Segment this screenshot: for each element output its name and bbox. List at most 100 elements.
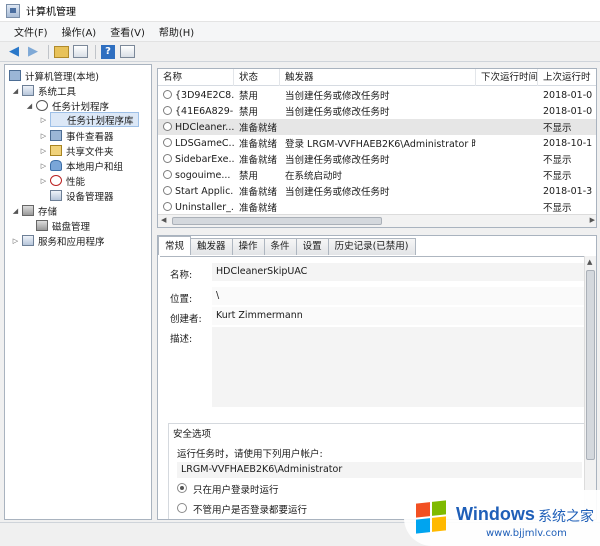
task-trigger-cell: 当创建任务或修改任务时 [280, 88, 476, 102]
cell-text: 当创建任务或修改任务时 [285, 155, 390, 166]
task-icon [163, 137, 172, 147]
column-header-trigger[interactable]: 触发器 [280, 69, 476, 86]
task-row[interactable]: SidebarExe... 准备就绪 当创建任务或修改任务时 不显示 [158, 151, 596, 167]
column-header-next-run[interactable]: 下次运行时间 [476, 69, 538, 86]
expand-icon[interactable]: ◢ [25, 102, 34, 110]
cell-text: 准备就绪 [239, 203, 278, 214]
task-row[interactable]: Uninstaller_... 准备就绪 不显示 [158, 199, 596, 215]
expand-icon[interactable]: ▷ [39, 177, 48, 185]
task-icon [163, 89, 172, 99]
task-row[interactable]: {41E6A829-... 禁用 当创建任务或修改任务时 2018-01-0 [158, 103, 596, 119]
tree-item-performance[interactable]: ▷ 性能 [39, 173, 85, 188]
tree-item-label: 共享文件夹 [66, 146, 114, 158]
scrollbar-thumb[interactable] [172, 217, 382, 225]
help-icon: ? [101, 44, 115, 59]
tree-item-services-apps[interactable]: ▷ 服务和应用程序 [11, 233, 105, 248]
scroll-up-icon[interactable]: ▲ [587, 258, 592, 266]
expand-icon[interactable]: ◢ [11, 207, 20, 215]
task-last-run-cell: 2018-01-0 [538, 90, 596, 101]
expand-icon[interactable]: ▷ [39, 116, 48, 124]
forward-button[interactable]: ▶ [25, 44, 41, 60]
tree-item-device-manager[interactable]: 设备管理器 [39, 188, 114, 203]
general-tab-content: 名称: HDCleanerSkipUAC 位置: \ 创建者: Kurt Zim… [160, 256, 594, 519]
task-name-cell: LDSGameC... [158, 137, 234, 149]
show-hide-tree-button[interactable] [72, 44, 88, 60]
tree-item-storage[interactable]: ◢ 存储 [11, 203, 57, 218]
menu-bar: 文件(F) 操作(A) 查看(V) 帮助(H) [0, 22, 600, 42]
expand-icon[interactable]: ▷ [39, 162, 48, 170]
scroll-right-icon[interactable]: ▶ [590, 216, 595, 224]
task-name-field[interactable]: HDCleanerSkipUAC [212, 263, 592, 281]
task-icon [163, 121, 172, 131]
run-whether-logged-on-radio[interactable] [177, 503, 187, 513]
tab-history[interactable]: 历史记录(已禁用) [327, 238, 416, 255]
menu-file[interactable]: 文件(F) [8, 22, 54, 41]
cell-text: 当创建任务或修改任务时 [285, 91, 390, 102]
task-row[interactable]: HDCleaner... 准备就绪 不显示 [158, 119, 596, 135]
menu-help[interactable]: 帮助(H) [153, 22, 200, 41]
task-row[interactable]: Start Applic... 准备就绪 当创建任务或修改任务时 2018-01-3 [158, 183, 596, 199]
expand-icon[interactable]: ◢ [11, 87, 20, 95]
tree-item-system-tools[interactable]: ◢ 系统工具 [11, 83, 76, 98]
description-label: 描述: [170, 334, 193, 345]
clock-icon [36, 100, 48, 111]
tree-item-disk-management[interactable]: 磁盘管理 [25, 218, 90, 233]
task-trigger-cell: 登录 LRGM-VVFHAEB2K6\Administrator 时 [280, 136, 476, 150]
tree-item-shared-folders[interactable]: ▷ 共享文件夹 [39, 143, 114, 158]
tab-conditions[interactable]: 条件 [263, 238, 297, 255]
action-pane-button[interactable] [119, 44, 135, 60]
cell-text: 不显示 [543, 123, 572, 134]
tree-item-event-viewer[interactable]: ▷ 事件查看器 [39, 128, 114, 143]
tree-item-label: 任务计划程序库 [67, 115, 134, 127]
task-name-cell: {41E6A829-... [158, 105, 234, 117]
tab-triggers[interactable]: 触发器 [190, 238, 233, 255]
task-trigger-cell: 在系统启动时 [280, 168, 476, 182]
menu-action[interactable]: 操作(A) [56, 22, 103, 41]
column-header-last-run[interactable]: 上次运行时 [538, 69, 596, 86]
scrollbar-thumb[interactable] [586, 270, 595, 460]
task-status-cell: 准备就绪 [234, 200, 280, 214]
console-tree: 计算机管理(本地) ◢ 系统工具 ◢ 任务计划程序 ▷ 任务计划程序库 ▷ 事件… [4, 64, 152, 520]
task-icon [163, 185, 172, 195]
column-header-name[interactable]: 名称 [158, 69, 234, 86]
task-icon [163, 153, 172, 163]
cell-text: SidebarExe... [175, 153, 234, 165]
tab-general[interactable]: 常规 [158, 236, 192, 255]
task-row[interactable]: LDSGameC... 准备就绪 登录 LRGM-VVFHAEB2K6\Admini… [158, 135, 596, 151]
computer-icon [9, 70, 21, 81]
tree-item-task-scheduler[interactable]: ◢ 任务计划程序 [25, 98, 109, 113]
scroll-left-icon[interactable]: ◀ [161, 216, 166, 224]
tree-item-label: 磁盘管理 [52, 221, 91, 233]
expand-icon[interactable]: ▷ [39, 147, 48, 155]
expand-icon[interactable]: ▷ [11, 237, 20, 245]
tree-item-local-users[interactable]: ▷ 本地用户和组 [39, 158, 123, 173]
cell-text: 2018-01-0 [543, 105, 593, 117]
horizontal-scrollbar[interactable]: ◀ ▶ [158, 214, 596, 227]
tree-item-task-scheduler-library[interactable]: ▷ 任务计划程序库 [39, 112, 139, 127]
expand-icon[interactable]: ▷ [39, 132, 48, 140]
help-button[interactable]: ? [100, 44, 116, 60]
task-author-field[interactable]: Kurt Zimmermann [212, 307, 592, 325]
cell-text: Start Applic... [175, 185, 234, 197]
windows-logo-icon [416, 500, 446, 534]
up-folder-button[interactable] [53, 44, 69, 60]
tab-actions[interactable]: 操作 [231, 238, 265, 255]
task-row[interactable]: {3D94E2C8... 禁用 当创建任务或修改任务时 2018-01-0 [158, 87, 596, 103]
task-list: 名称 状态 触发器 下次运行时间 上次运行时 {3D94E2C8... 禁用 当创建… [157, 68, 597, 228]
run-as-prompt: 运行任务时，请使用下列用户帐户: [177, 449, 323, 460]
run-as-account-field: LRGM-VVFHAEB2K6\Administrator [177, 462, 582, 478]
task-row[interactable]: sogouime... 禁用 在系统启动时 不显示 [158, 167, 596, 183]
task-name-cell: Start Applic... [158, 185, 234, 197]
task-description-field[interactable] [212, 327, 592, 407]
menu-view[interactable]: 查看(V) [104, 22, 151, 41]
column-header-status[interactable]: 状态 [234, 69, 280, 86]
task-last-run-cell: 2018-01-0 [538, 105, 596, 117]
task-last-run-cell: 不显示 [538, 120, 596, 134]
cell-text: 禁用 [239, 91, 259, 102]
cell-text: 准备就绪 [239, 155, 278, 166]
tab-settings[interactable]: 设置 [295, 238, 329, 255]
back-button[interactable]: ◀ [6, 44, 22, 60]
tree-item-computer-management[interactable]: 计算机管理(本地) [9, 68, 99, 83]
run-only-logged-on-radio[interactable] [177, 483, 187, 493]
vertical-scrollbar[interactable]: ▲ [584, 256, 596, 518]
